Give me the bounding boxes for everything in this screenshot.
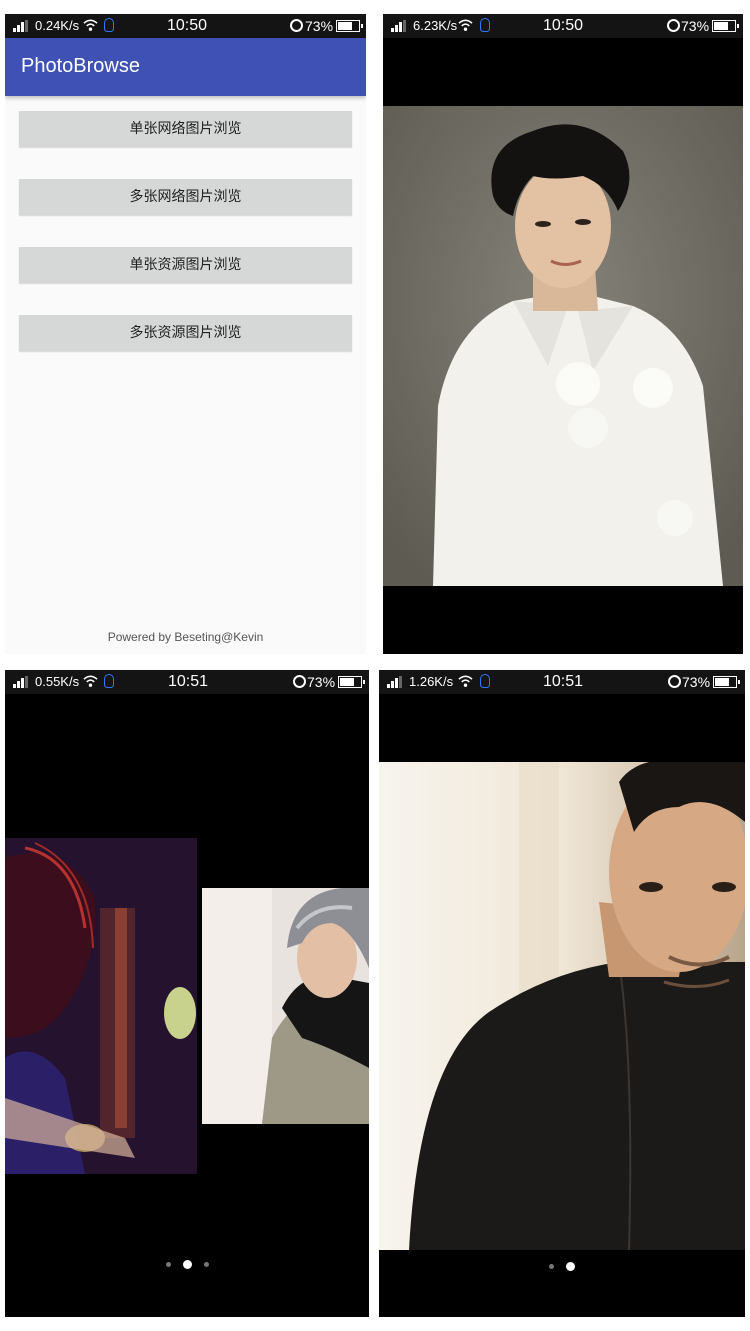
battery-icon [338,676,365,688]
status-time: 10:50 [167,17,208,34]
network-speed: 6.23K/s [413,18,458,33]
single-resource-image-button[interactable]: 单张资源图片浏览 [19,247,352,283]
page-dot-active[interactable] [182,1260,192,1270]
multi-network-image-button[interactable]: 多张网络图片浏览 [19,179,352,215]
qq-icon [480,18,490,32]
signal-icon [13,20,29,32]
app-title: PhotoBrowse [21,55,140,77]
wifi-icon [83,19,98,31]
single-network-image-button[interactable]: 单张网络图片浏览 [19,111,352,147]
page-indicator [5,1256,369,1274]
photo-image[interactable] [379,762,745,1250]
status-time: 10:50 [543,17,584,34]
battery-icon [713,676,740,688]
page-indicator [379,1258,745,1276]
wifi-icon [83,675,98,687]
alarm-icon [293,675,306,688]
photo-image[interactable] [383,106,743,586]
multi-resource-image-button[interactable]: 多张资源图片浏览 [19,315,352,351]
status-time: 10:51 [543,673,584,690]
battery-percent: 73% [305,18,334,34]
status-bar: 6.23K/s 10:50 73% [383,14,743,38]
signal-icon [387,676,403,688]
alarm-icon [290,19,303,32]
network-speed: 0.55K/s [35,674,80,689]
wifi-icon [458,19,473,31]
page-dot[interactable] [165,1262,171,1268]
page-dot[interactable] [549,1264,554,1270]
page-dot[interactable] [203,1262,209,1268]
status-bar: 0.24K/s 10:50 73% [5,14,366,38]
qq-icon [104,18,114,32]
status-bar: 1.26K/s 10:51 73% [379,670,745,694]
network-speed: 1.26K/s [409,674,454,689]
phone-screen-gallery-swipe: 0.55K/s 10:51 73% [5,670,369,1317]
app-bar: PhotoBrowse [5,38,366,96]
photo-image-current[interactable] [202,888,369,1124]
photo-image-previous[interactable] [5,838,197,1174]
battery-icon [712,20,739,32]
status-time: 10:51 [168,673,209,690]
phone-screen-photo-viewer: 6.23K/s 10:50 73% [383,14,743,654]
footer-credit: Powered by Beseting@Kevin [107,630,264,644]
phone-screen-gallery-photo: 1.26K/s 10:51 73% [379,670,745,1317]
signal-icon [391,20,407,32]
alarm-icon [668,675,681,688]
alarm-icon [667,19,680,32]
battery-percent: 73% [307,674,336,690]
signal-icon [13,676,29,688]
phone-screen-menu: 0.24K/s 10:50 73% PhotoBrowse 单张网络图片浏览 多… [5,14,366,654]
page-dot-active[interactable] [566,1262,575,1272]
network-speed: 0.24K/s [35,18,80,33]
status-bar: 0.55K/s 10:51 73% [5,670,369,694]
qq-icon [104,674,114,688]
qq-icon [480,674,490,688]
battery-percent: 73% [682,674,711,690]
battery-percent: 73% [681,18,710,34]
battery-icon [336,20,363,32]
wifi-icon [458,675,473,687]
